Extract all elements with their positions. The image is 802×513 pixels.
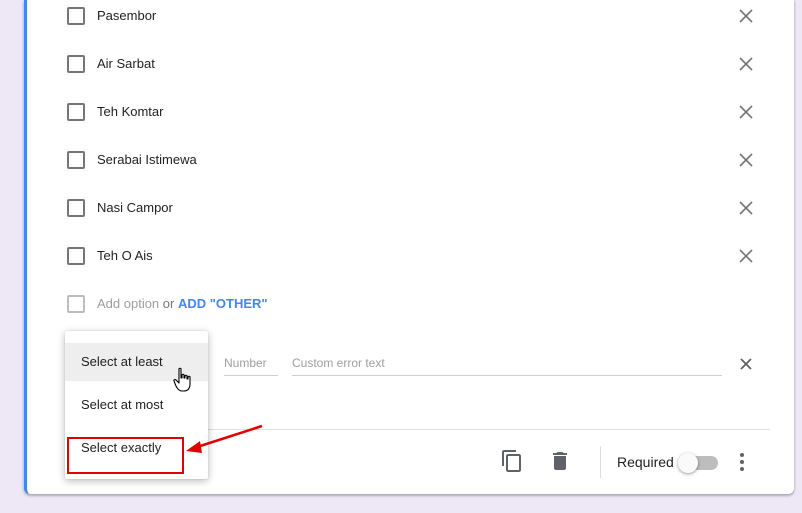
add-option-link[interactable]: Add option <box>97 296 159 311</box>
number-field[interactable] <box>224 350 278 376</box>
hand-cursor-icon <box>173 367 191 392</box>
option-row: Teh Komtar <box>65 100 765 124</box>
option-row: Serabai Istimewa <box>65 148 765 172</box>
option-row: Pasembor <box>65 4 765 28</box>
option-label[interactable]: Air Sarbat <box>97 56 155 71</box>
checkbox[interactable] <box>67 55 85 73</box>
close-icon[interactable] <box>738 104 754 120</box>
close-icon[interactable] <box>738 152 754 168</box>
or-text: or <box>162 296 175 311</box>
option-label[interactable]: Pasembor <box>97 8 156 23</box>
checkbox[interactable] <box>67 199 85 217</box>
number-input[interactable] <box>224 350 278 370</box>
option-label[interactable]: Teh O Ais <box>97 248 153 263</box>
close-icon[interactable] <box>738 200 754 216</box>
footer-separator <box>600 446 601 478</box>
option-label[interactable]: Teh Komtar <box>97 104 163 119</box>
required-toggle[interactable] <box>678 452 718 473</box>
option-row: Teh O Ais <box>65 244 765 268</box>
add-option-area: Add option or ADD "OTHER" <box>97 296 268 311</box>
checkbox <box>67 295 85 313</box>
add-other-link[interactable]: ADD "OTHER" <box>178 296 268 311</box>
close-icon[interactable] <box>738 56 754 72</box>
option-label[interactable]: Serabai Istimewa <box>97 152 197 167</box>
custom-error-field[interactable] <box>292 350 722 376</box>
checkbox[interactable] <box>67 151 85 169</box>
trash-icon[interactable] <box>548 449 572 473</box>
checkbox[interactable] <box>67 7 85 25</box>
option-row: Air Sarbat <box>65 52 765 76</box>
close-icon[interactable] <box>738 248 754 264</box>
checkbox[interactable] <box>67 103 85 121</box>
copy-icon[interactable] <box>500 449 524 473</box>
option-row: Nasi Campor <box>65 196 765 220</box>
more-vertical-icon[interactable] <box>734 450 750 474</box>
option-label[interactable]: Nasi Campor <box>97 200 173 215</box>
close-icon[interactable] <box>738 8 754 24</box>
toggle-thumb <box>678 453 698 473</box>
checkbox[interactable] <box>67 247 85 265</box>
add-option-row: Add option or ADD "OTHER" <box>65 292 765 316</box>
annotation-arrow-icon <box>186 424 263 453</box>
close-icon[interactable] <box>738 356 754 372</box>
custom-error-input[interactable] <box>292 350 722 370</box>
required-label: Required <box>617 454 674 470</box>
annotation-highlight-box <box>67 437 184 474</box>
